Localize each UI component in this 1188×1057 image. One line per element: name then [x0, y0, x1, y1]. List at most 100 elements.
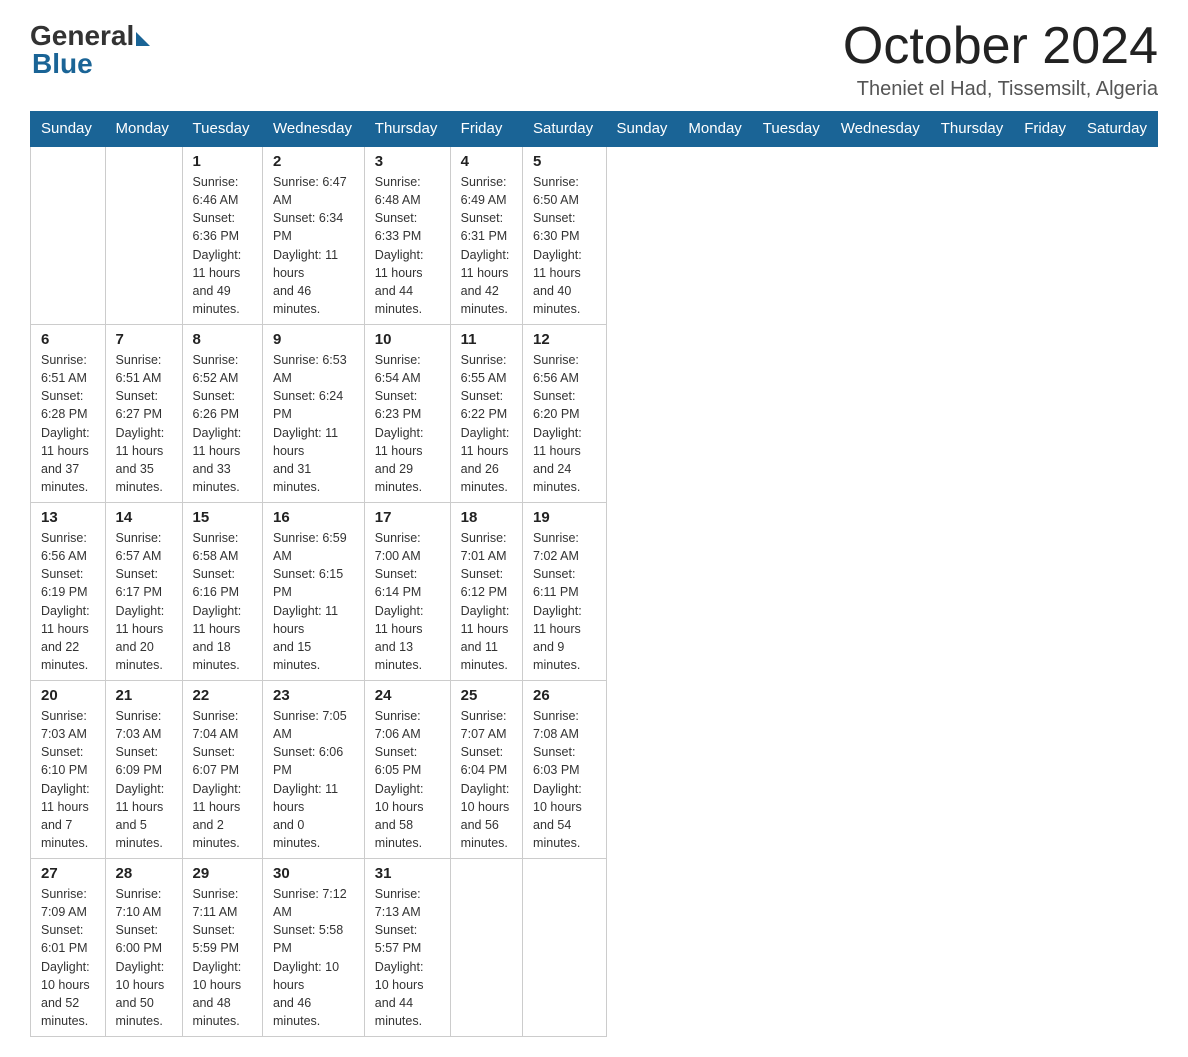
day-number: 1: [193, 153, 252, 170]
logo-blue-text: Blue: [32, 48, 93, 80]
day-number: 14: [116, 509, 172, 526]
day-info: Sunrise: 7:02 AM Sunset: 6:11 PM Dayligh…: [533, 529, 596, 674]
calendar-header-row: SundayMondayTuesdayWednesdayThursdayFrid…: [31, 112, 1158, 147]
calendar-cell: 11 Sunrise: 6:55 AM Sunset: 6:22 PM Dayli…: [450, 325, 522, 503]
calendar-cell: 22Sunrise: 7:04 AM Sunset: 6:07 PM Dayli…: [182, 681, 262, 859]
column-header-tuesday: Tuesday: [752, 112, 830, 147]
day-info: Sunrise: 7:10 AM Sunset: 6:00 PM Dayligh…: [116, 885, 172, 1030]
calendar-cell: 1 Sunrise: 6:46 AM Sunset: 6:36 PM Daylig…: [182, 146, 262, 325]
calendar-table: SundayMondayTuesdayWednesdayThursdayFrid…: [30, 111, 1158, 1037]
day-number: 7: [116, 331, 172, 348]
calendar-cell: 15 Sunrise: 6:58 AM Sunset: 6:16 PM Dayli…: [182, 503, 262, 681]
day-number: 21: [116, 687, 172, 704]
calendar-cell: 19 Sunrise: 7:02 AM Sunset: 6:11 PM Dayli…: [523, 503, 607, 681]
day-number: 17: [375, 509, 440, 526]
column-header-wednesday: Wednesday: [830, 112, 930, 147]
day-info: Sunrise: 7:01 AM Sunset: 6:12 PM Dayligh…: [461, 529, 512, 674]
day-info: Sunrise: 6:57 AM Sunset: 6:17 PM Dayligh…: [116, 529, 172, 674]
calendar-cell: 3 Sunrise: 6:48 AM Sunset: 6:33 PM Daylig…: [364, 146, 450, 325]
column-header-thursday: Thursday: [364, 112, 450, 147]
day-info: Sunrise: 6:51 AM Sunset: 6:28 PM Dayligh…: [41, 351, 95, 496]
day-number: 11: [461, 331, 512, 348]
day-info: Sunrise: 7:08 AM Sunset: 6:03 PM Dayligh…: [533, 707, 596, 852]
column-header-wednesday: Wednesday: [263, 112, 365, 147]
day-info: Sunrise: 6:51 AM Sunset: 6:27 PM Dayligh…: [116, 351, 172, 496]
day-number: 13: [41, 509, 95, 526]
title-section: October 2024 Theniet el Had, Tissemsilt,…: [843, 20, 1158, 101]
calendar-week-row: 13Sunrise: 6:56 AM Sunset: 6:19 PM Dayli…: [31, 503, 1158, 681]
calendar-cell: 17 Sunrise: 7:00 AM Sunset: 6:14 PM Dayli…: [364, 503, 450, 681]
day-number: 20: [41, 687, 95, 704]
day-number: 24: [375, 687, 440, 704]
day-info: Sunrise: 7:07 AM Sunset: 6:04 PM Dayligh…: [461, 707, 512, 852]
day-number: 9: [273, 331, 354, 348]
calendar-cell: 27 Sunrise: 7:09 AM Sunset: 6:01 PM Dayli…: [31, 859, 106, 1037]
column-header-saturday: Saturday: [1076, 112, 1157, 147]
column-header-saturday: Saturday: [523, 112, 607, 147]
day-info: Sunrise: 6:58 AM Sunset: 6:16 PM Dayligh…: [193, 529, 252, 674]
day-info: Sunrise: 7:09 AM Sunset: 6:01 PM Dayligh…: [41, 885, 95, 1030]
day-info: Sunrise: 6:52 AM Sunset: 6:26 PM Dayligh…: [193, 351, 252, 496]
column-header-friday: Friday: [1014, 112, 1077, 147]
day-number: 6: [41, 331, 95, 348]
day-info: Sunrise: 7:12 AM Sunset: 5:58 PM Dayligh…: [273, 885, 354, 1030]
day-info: Sunrise: 6:50 AM Sunset: 6:30 PM Dayligh…: [533, 173, 596, 318]
day-number: 18: [461, 509, 512, 526]
column-header-monday: Monday: [105, 112, 182, 147]
calendar-cell: 5 Sunrise: 6:50 AM Sunset: 6:30 PM Daylig…: [523, 146, 607, 325]
column-header-tuesday: Tuesday: [182, 112, 262, 147]
calendar-cell: 20Sunrise: 7:03 AM Sunset: 6:10 PM Dayli…: [31, 681, 106, 859]
calendar-week-row: 6 Sunrise: 6:51 AM Sunset: 6:28 PM Daylig…: [31, 325, 1158, 503]
calendar-cell: 23 Sunrise: 7:05 AM Sunset: 6:06 PM Dayli…: [263, 681, 365, 859]
calendar-cell: 9 Sunrise: 6:53 AM Sunset: 6:24 PM Daylig…: [263, 325, 365, 503]
day-info: Sunrise: 7:05 AM Sunset: 6:06 PM Dayligh…: [273, 707, 354, 852]
column-header-monday: Monday: [678, 112, 752, 147]
calendar-week-row: 20Sunrise: 7:03 AM Sunset: 6:10 PM Dayli…: [31, 681, 1158, 859]
day-number: 23: [273, 687, 354, 704]
calendar-cell: 12Sunrise: 6:56 AM Sunset: 6:20 PM Dayli…: [523, 325, 607, 503]
day-info: Sunrise: 6:59 AM Sunset: 6:15 PM Dayligh…: [273, 529, 354, 674]
day-number: 3: [375, 153, 440, 170]
calendar-cell: 18 Sunrise: 7:01 AM Sunset: 6:12 PM Dayli…: [450, 503, 522, 681]
day-number: 27: [41, 865, 95, 882]
day-info: Sunrise: 6:46 AM Sunset: 6:36 PM Dayligh…: [193, 173, 252, 318]
column-header-sunday: Sunday: [31, 112, 106, 147]
day-info: Sunrise: 6:55 AM Sunset: 6:22 PM Dayligh…: [461, 351, 512, 496]
page-header: General Blue October 2024 Theniet el Had…: [30, 20, 1158, 101]
day-info: Sunrise: 6:56 AM Sunset: 6:20 PM Dayligh…: [533, 351, 596, 496]
day-info: Sunrise: 6:47 AM Sunset: 6:34 PM Dayligh…: [273, 173, 354, 318]
calendar-cell: 31 Sunrise: 7:13 AM Sunset: 5:57 PM Dayli…: [364, 859, 450, 1037]
day-info: Sunrise: 6:48 AM Sunset: 6:33 PM Dayligh…: [375, 173, 440, 318]
calendar-cell: 30Sunrise: 7:12 AM Sunset: 5:58 PM Dayli…: [263, 859, 365, 1037]
day-info: Sunrise: 7:03 AM Sunset: 6:09 PM Dayligh…: [116, 707, 172, 852]
calendar-cell: 14 Sunrise: 6:57 AM Sunset: 6:17 PM Dayli…: [105, 503, 182, 681]
day-info: Sunrise: 7:00 AM Sunset: 6:14 PM Dayligh…: [375, 529, 440, 674]
calendar-cell: [450, 859, 522, 1037]
day-info: Sunrise: 7:06 AM Sunset: 6:05 PM Dayligh…: [375, 707, 440, 852]
calendar-cell: 4Sunrise: 6:49 AM Sunset: 6:31 PM Daylig…: [450, 146, 522, 325]
day-number: 5: [533, 153, 596, 170]
column-header-sunday: Sunday: [606, 112, 678, 147]
calendar-cell: 28Sunrise: 7:10 AM Sunset: 6:00 PM Dayli…: [105, 859, 182, 1037]
day-number: 19: [533, 509, 596, 526]
day-number: 31: [375, 865, 440, 882]
day-number: 15: [193, 509, 252, 526]
calendar-cell: 7 Sunrise: 6:51 AM Sunset: 6:27 PM Daylig…: [105, 325, 182, 503]
calendar-cell: 8Sunrise: 6:52 AM Sunset: 6:26 PM Daylig…: [182, 325, 262, 503]
calendar-cell: 6 Sunrise: 6:51 AM Sunset: 6:28 PM Daylig…: [31, 325, 106, 503]
day-number: 22: [193, 687, 252, 704]
month-title: October 2024: [843, 20, 1158, 72]
day-number: 2: [273, 153, 354, 170]
calendar-cell: 13Sunrise: 6:56 AM Sunset: 6:19 PM Dayli…: [31, 503, 106, 681]
calendar-cell: 24 Sunrise: 7:06 AM Sunset: 6:05 PM Dayli…: [364, 681, 450, 859]
location-subtitle: Theniet el Had, Tissemsilt, Algeria: [843, 78, 1158, 101]
column-header-friday: Friday: [450, 112, 522, 147]
day-number: 25: [461, 687, 512, 704]
day-info: Sunrise: 7:13 AM Sunset: 5:57 PM Dayligh…: [375, 885, 440, 1030]
calendar-cell: 26Sunrise: 7:08 AM Sunset: 6:03 PM Dayli…: [523, 681, 607, 859]
column-header-thursday: Thursday: [930, 112, 1014, 147]
day-info: Sunrise: 7:11 AM Sunset: 5:59 PM Dayligh…: [193, 885, 252, 1030]
day-info: Sunrise: 6:54 AM Sunset: 6:23 PM Dayligh…: [375, 351, 440, 496]
calendar-week-row: 27 Sunrise: 7:09 AM Sunset: 6:01 PM Dayli…: [31, 859, 1158, 1037]
day-info: Sunrise: 6:53 AM Sunset: 6:24 PM Dayligh…: [273, 351, 354, 496]
